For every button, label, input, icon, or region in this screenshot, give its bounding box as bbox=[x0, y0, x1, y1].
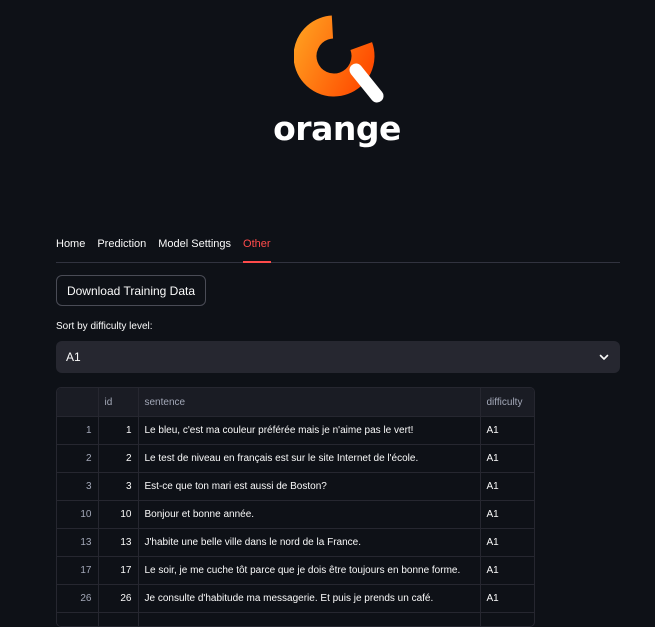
cell-id[interactable]: 1 bbox=[98, 417, 138, 445]
table-row: 17 17 Le soir, je me cuche tôt parce que… bbox=[57, 557, 535, 585]
cell-id[interactable]: 17 bbox=[98, 557, 138, 585]
cell-id[interactable]: 26 bbox=[98, 585, 138, 613]
cell-id[interactable]: 13 bbox=[98, 529, 138, 557]
table-row: 10 10 Bonjour et bonne année. A1 bbox=[57, 501, 535, 529]
chevron-down-icon bbox=[598, 351, 610, 363]
data-table[interactable]: id sentence difficulty 1 1 Le bleu, c'es… bbox=[56, 387, 535, 627]
cell-difficulty[interactable]: A1 bbox=[480, 557, 535, 585]
cell-id[interactable]: 10 bbox=[98, 501, 138, 529]
row-index[interactable]: 1 bbox=[57, 417, 98, 445]
logo-wordmark: orange bbox=[270, 112, 404, 146]
row-index[interactable]: 26 bbox=[57, 585, 98, 613]
cell-sentence[interactable]: Le soir, je me cuche tôt parce que je do… bbox=[138, 557, 480, 585]
cell-sentence[interactable]: Le bleu, c'est ma couleur préférée mais … bbox=[138, 417, 480, 445]
cell-sentence[interactable]: Bonjour et bonne année. bbox=[138, 501, 480, 529]
column-header-sentence[interactable]: sentence bbox=[138, 388, 480, 417]
cell-sentence[interactable]: Je consulte d'habitude ma messagerie. Et… bbox=[138, 585, 480, 613]
logo-mark-icon bbox=[294, 14, 384, 106]
cell-id[interactable]: 3 bbox=[98, 473, 138, 501]
cell-sentence[interactable]: Est-ce que ton mari est aussi de Boston? bbox=[138, 473, 480, 501]
cell-id[interactable] bbox=[98, 613, 138, 627]
table-row: 2 2 Le test de niveau en français est su… bbox=[57, 445, 535, 473]
row-index[interactable]: 17 bbox=[57, 557, 98, 585]
row-index[interactable] bbox=[57, 613, 98, 627]
table-row: 13 13 J'habite une belle ville dans le n… bbox=[57, 529, 535, 557]
cell-difficulty[interactable]: A1 bbox=[480, 585, 535, 613]
cell-sentence[interactable]: Le test de niveau en français est sur le… bbox=[138, 445, 480, 473]
difficulty-select-value: A1 bbox=[66, 350, 598, 364]
tab-prediction[interactable]: Prediction bbox=[97, 232, 146, 261]
tab-bar: Home Prediction Model Settings Other bbox=[56, 232, 620, 263]
download-training-data-button[interactable]: Download Training Data bbox=[56, 275, 206, 306]
orange-logo: orange bbox=[270, 14, 410, 144]
cell-difficulty[interactable]: A1 bbox=[480, 445, 535, 473]
table-row: 3 3 Est-ce que ton mari est aussi de Bos… bbox=[57, 473, 535, 501]
cell-difficulty[interactable] bbox=[480, 613, 535, 627]
column-header-index[interactable] bbox=[57, 388, 98, 417]
tab-model-settings[interactable]: Model Settings bbox=[158, 232, 231, 261]
cell-difficulty[interactable]: A1 bbox=[480, 501, 535, 529]
cell-sentence[interactable] bbox=[138, 613, 480, 627]
cell-sentence[interactable]: J'habite une belle ville dans le nord de… bbox=[138, 529, 480, 557]
table-header-row: id sentence difficulty bbox=[57, 388, 535, 417]
tab-home[interactable]: Home bbox=[56, 232, 85, 261]
table-row: 26 26 Je consulte d'habitude ma messager… bbox=[57, 585, 535, 613]
row-index[interactable]: 13 bbox=[57, 529, 98, 557]
column-header-id[interactable]: id bbox=[98, 388, 138, 417]
cell-difficulty[interactable]: A1 bbox=[480, 473, 535, 501]
tab-other[interactable]: Other bbox=[243, 232, 271, 263]
difficulty-select[interactable]: A1 bbox=[56, 341, 620, 373]
cell-difficulty[interactable]: A1 bbox=[480, 529, 535, 557]
table-row bbox=[57, 613, 535, 627]
sort-label: Sort by difficulty level: bbox=[56, 321, 153, 332]
row-index[interactable]: 3 bbox=[57, 473, 98, 501]
column-header-difficulty[interactable]: difficulty bbox=[480, 388, 535, 417]
row-index[interactable]: 10 bbox=[57, 501, 98, 529]
cell-id[interactable]: 2 bbox=[98, 445, 138, 473]
cell-difficulty[interactable]: A1 bbox=[480, 417, 535, 445]
table-row: 1 1 Le bleu, c'est ma couleur préférée m… bbox=[57, 417, 535, 445]
row-index[interactable]: 2 bbox=[57, 445, 98, 473]
